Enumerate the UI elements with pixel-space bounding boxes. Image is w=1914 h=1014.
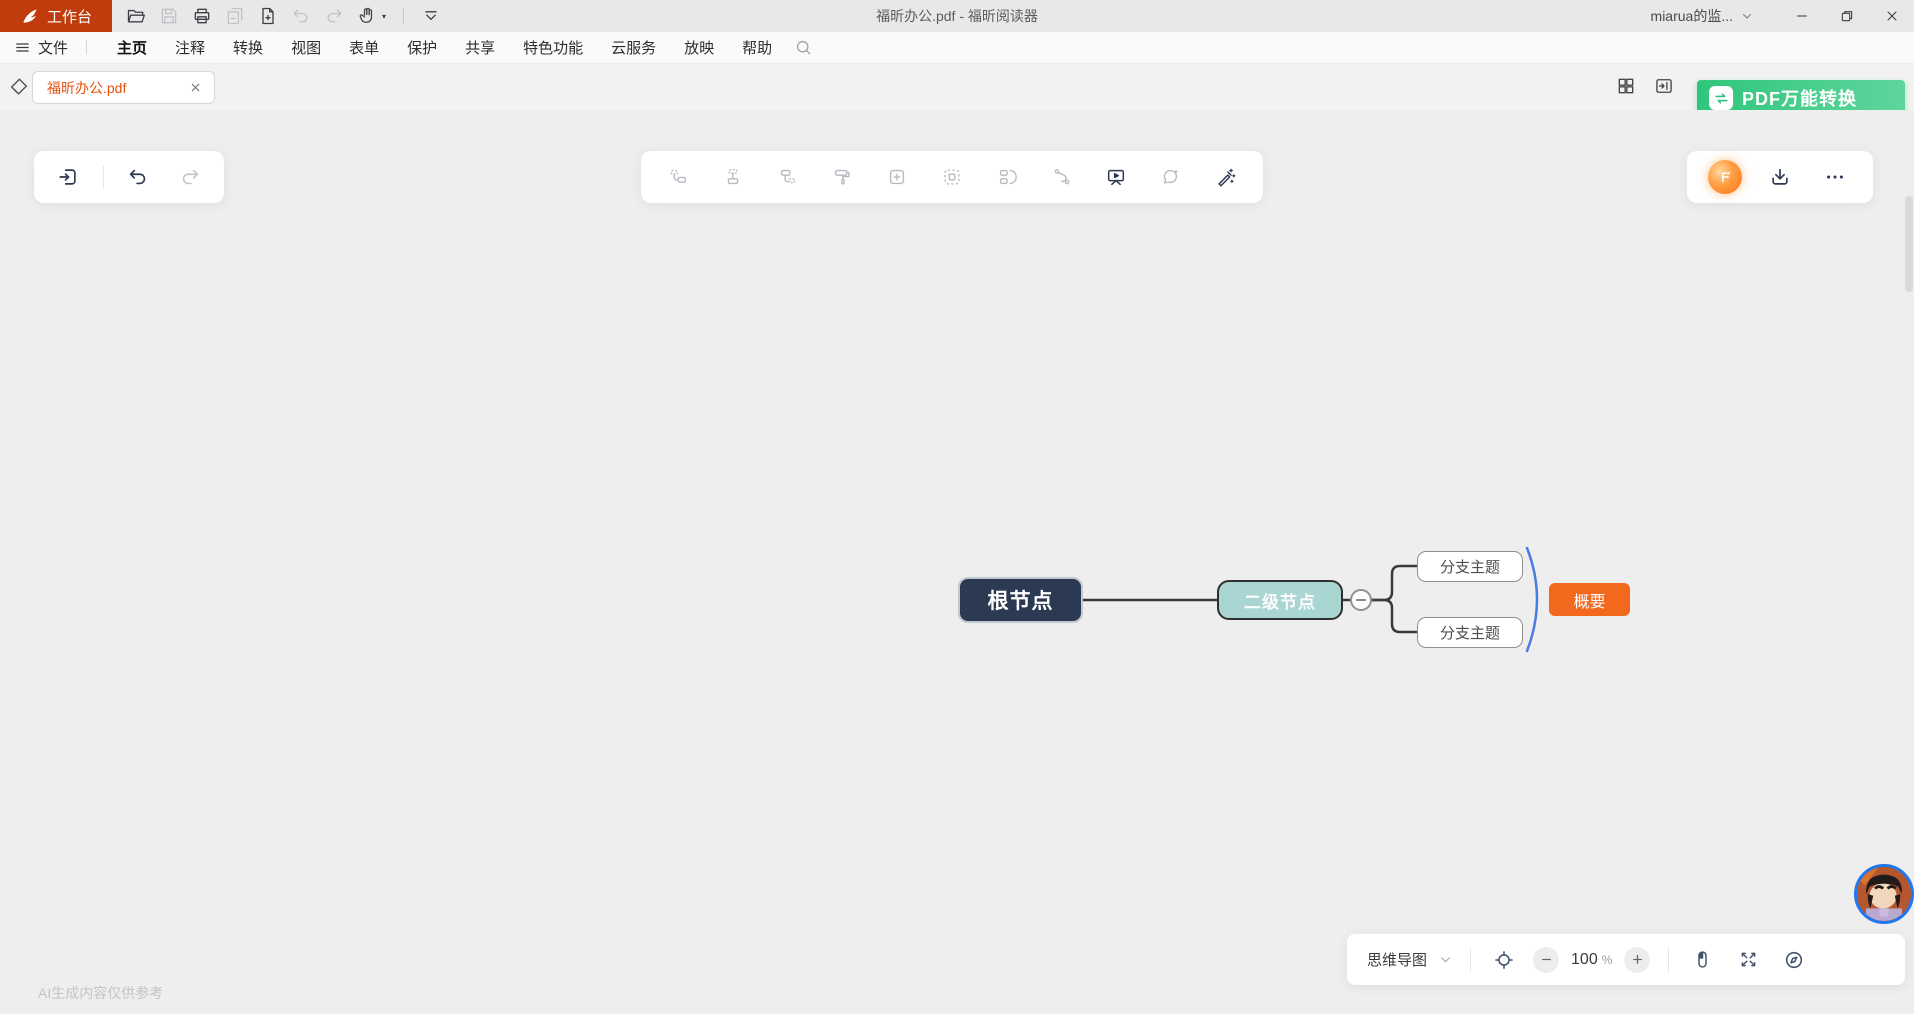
view-mode-dropdown[interactable]: 思维导图	[1367, 949, 1452, 970]
collapse-toolbar-icon[interactable]	[421, 6, 441, 26]
insert-child-node-icon[interactable]	[771, 160, 805, 194]
collapse-node-button[interactable]	[1350, 589, 1372, 611]
restore-button[interactable]	[1824, 0, 1869, 32]
menu-present[interactable]: 放映	[670, 32, 728, 64]
hand-tool-icon[interactable]	[357, 6, 377, 26]
toolbar-divider	[403, 8, 404, 24]
insert-topic-icon[interactable]	[880, 160, 914, 194]
compass-icon[interactable]	[1779, 945, 1809, 975]
toolbar-divider	[103, 166, 104, 188]
status-divider	[1668, 948, 1669, 972]
history-toolbar	[34, 151, 224, 203]
relation-line-icon[interactable]	[1045, 160, 1079, 194]
foxit-logo-icon	[20, 6, 40, 26]
menu-cloud[interactable]: 云服务	[597, 32, 670, 64]
exit-editor-icon[interactable]	[51, 160, 85, 194]
menu-help[interactable]: 帮助	[728, 32, 786, 64]
locate-icon[interactable]	[1489, 945, 1519, 975]
search-icon[interactable]	[794, 38, 813, 57]
pdf-convert-icon	[1709, 86, 1733, 110]
ai-disclaimer: AI生成内容仅供参考	[38, 983, 163, 1003]
redo-icon[interactable]	[324, 6, 344, 26]
panel-toggle-icon[interactable]	[1654, 76, 1674, 96]
mouse-mode-icon[interactable]	[1687, 945, 1717, 975]
node-toolbar	[641, 151, 1263, 203]
tab-bar: 福昕办公.pdf	[0, 64, 1914, 110]
save-icon[interactable]	[159, 6, 179, 26]
menu-convert[interactable]: 转换	[219, 32, 277, 64]
hand-tool-caret-icon[interactable]: ▾	[382, 12, 386, 21]
export-toolbar	[1687, 151, 1873, 203]
chevron-down-icon	[1439, 953, 1452, 966]
menu-protect[interactable]: 保护	[393, 32, 451, 64]
menu-view[interactable]: 视图	[277, 32, 335, 64]
menu-file[interactable]: 文件	[14, 37, 68, 58]
menu-form[interactable]: 表单	[335, 32, 393, 64]
workspace-button[interactable]: 工作台	[0, 0, 112, 32]
print-icon[interactable]	[192, 6, 212, 26]
grid-view-icon[interactable]	[1616, 76, 1636, 96]
more-ellipsis-icon[interactable]	[1818, 160, 1852, 194]
mindmap-summary-node[interactable]: 概要	[1549, 583, 1630, 616]
zoom-out-button[interactable]	[1533, 947, 1559, 973]
insert-sibling-node-icon[interactable]	[661, 160, 695, 194]
vertical-scrollbar-thumb[interactable]	[1905, 196, 1913, 292]
title-bar: 工作台 ▾ 福昕办公.pdf - 福昕阅读器	[0, 0, 1914, 32]
mindmap-secondary-node[interactable]: 二级节点	[1217, 580, 1343, 620]
menu-comment[interactable]: 注释	[161, 32, 219, 64]
assistant-avatar[interactable]	[1854, 864, 1914, 924]
mindmap-root-node[interactable]: 根节点	[958, 577, 1083, 623]
menu-home[interactable]: 主页	[103, 32, 161, 64]
document-tab[interactable]: 福昕办公.pdf	[32, 71, 215, 104]
hamburger-icon	[14, 39, 31, 56]
undo-icon[interactable]	[121, 160, 155, 194]
menu-share[interactable]: 共享	[451, 32, 509, 64]
ai-comment-icon[interactable]	[1154, 160, 1188, 194]
menu-separator	[86, 40, 87, 55]
copy-page-icon[interactable]	[225, 6, 245, 26]
mindmap-connectors	[0, 110, 1914, 1014]
focus-select-icon[interactable]	[935, 160, 969, 194]
status-divider	[1470, 948, 1471, 972]
magic-wand-icon[interactable]	[1209, 160, 1243, 194]
mindmap-branch-node[interactable]: 分支主题	[1417, 617, 1523, 648]
tab-title: 福昕办公.pdf	[47, 78, 186, 98]
view-mode-label: 思维导图	[1367, 949, 1427, 970]
undo-icon[interactable]	[291, 6, 311, 26]
close-button[interactable]	[1869, 0, 1914, 32]
fullscreen-expand-icon[interactable]	[1733, 945, 1763, 975]
tab-close-icon[interactable]	[186, 79, 204, 97]
format-painter-icon[interactable]	[825, 160, 859, 194]
menu-bar: 文件 主页 注释 转换 视图 表单 保护 共享 特色功能 云服务 放映 帮助	[0, 32, 1914, 64]
menu-features[interactable]: 特色功能	[509, 32, 597, 64]
zoom-value: 100	[1571, 951, 1598, 969]
annotate-pen-icon[interactable]	[8, 76, 30, 98]
mindmap-canvas[interactable]: 根节点 二级节点 分支主题 分支主题 概要 AI生成内容仅供参考 思维导图 10…	[0, 110, 1914, 1014]
user-name: miarua的监...	[1651, 6, 1733, 26]
new-page-icon[interactable]	[258, 6, 278, 26]
zoom-in-button[interactable]	[1624, 947, 1650, 973]
presentation-icon[interactable]	[1099, 160, 1133, 194]
redo-icon[interactable]	[173, 160, 207, 194]
mindmap-branch-node[interactable]: 分支主题	[1417, 551, 1523, 582]
user-account-menu[interactable]: miarua的监...	[1651, 6, 1753, 26]
ai-brand-icon[interactable]	[1708, 160, 1742, 194]
open-folder-icon[interactable]	[126, 6, 146, 26]
download-icon[interactable]	[1763, 160, 1797, 194]
insert-parent-node-icon[interactable]	[716, 160, 750, 194]
chevron-down-icon	[1741, 10, 1753, 22]
status-bar: 思维导图 100 %	[1347, 934, 1905, 985]
minimize-button[interactable]	[1779, 0, 1824, 32]
summary-icon[interactable]	[990, 160, 1024, 194]
zoom-percent-sign: %	[1602, 953, 1613, 967]
workspace-label: 工作台	[47, 6, 92, 27]
pdf-convert-label: PDF万能转换	[1742, 85, 1857, 111]
